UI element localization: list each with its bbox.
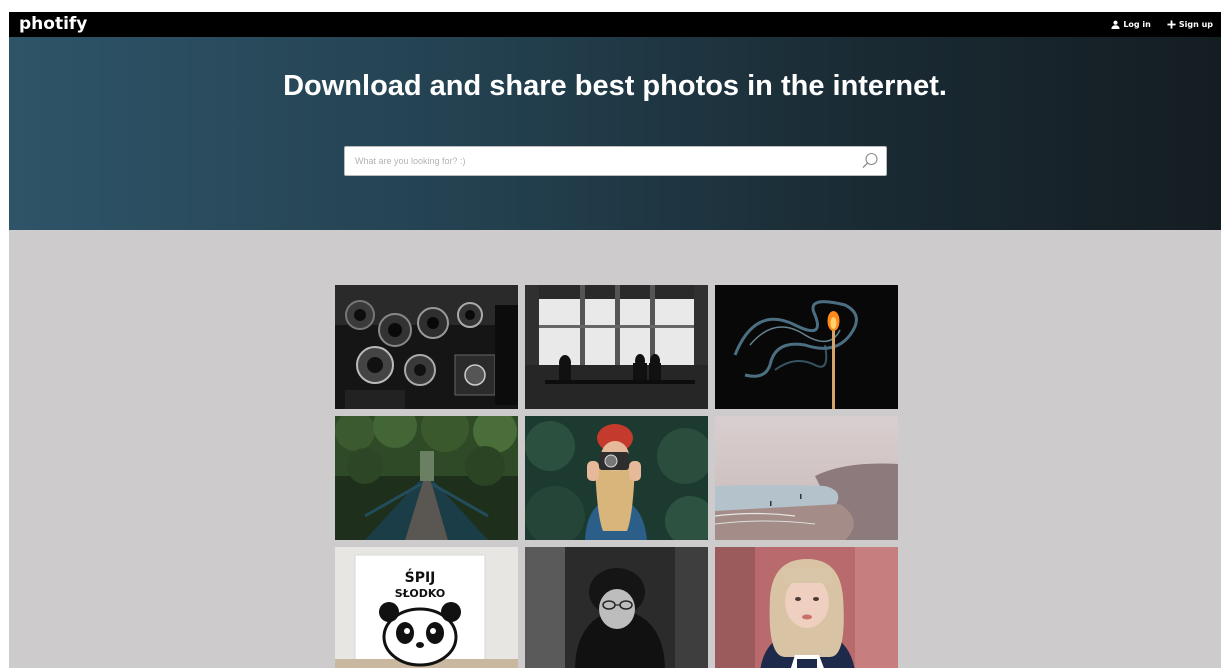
photo-forest-bridge bbox=[335, 416, 518, 540]
photo-tile-cafe-silhouettes[interactable] bbox=[525, 285, 708, 409]
signup-label: Sign up bbox=[1178, 20, 1213, 29]
search-box bbox=[344, 146, 887, 176]
login-link[interactable]: Log in bbox=[1111, 20, 1151, 29]
poster-text-line2: SŁODKO bbox=[395, 587, 445, 600]
photo-tile-misty-beach[interactable] bbox=[715, 416, 898, 540]
photo-misty-beach bbox=[715, 416, 898, 540]
poster-text-line1: ŚPIJ bbox=[405, 568, 436, 586]
photo-tile-man-glasses[interactable] bbox=[525, 547, 708, 668]
logo[interactable]: photify bbox=[19, 13, 87, 35]
photo-cafe-silhouettes bbox=[525, 285, 708, 409]
photo-tile-forest-bridge[interactable] bbox=[335, 416, 518, 540]
photo-tile-blonde-girl[interactable] bbox=[715, 547, 898, 668]
photo-tile-vintage-cameras[interactable] bbox=[335, 285, 518, 409]
photo-match-smoke bbox=[715, 285, 898, 409]
search-input[interactable] bbox=[345, 147, 865, 175]
photo-vintage-cameras bbox=[335, 285, 518, 409]
login-label: Log in bbox=[1123, 20, 1151, 29]
plus-icon bbox=[1167, 20, 1176, 29]
photo-woman-camera bbox=[525, 416, 708, 540]
search-icon bbox=[860, 152, 880, 175]
signup-link[interactable]: Sign up bbox=[1167, 20, 1213, 29]
photo-tile-panda-poster[interactable]: ŚPIJ SŁODKO bbox=[335, 547, 518, 668]
hero-title: Download and share best photos in the in… bbox=[283, 70, 947, 102]
hero-banner: Download and share best photos in the in… bbox=[9, 37, 1221, 230]
page-frame: photify Log in Sign up Download and shar… bbox=[9, 12, 1221, 668]
top-navbar: photify Log in Sign up bbox=[9, 12, 1221, 37]
header-nav: Log in Sign up bbox=[1111, 12, 1213, 37]
photo-tile-woman-camera[interactable] bbox=[525, 416, 708, 540]
photo-blonde-girl bbox=[715, 547, 898, 668]
photo-panda-poster: ŚPIJ SŁODKO bbox=[335, 547, 518, 668]
user-icon bbox=[1111, 20, 1120, 29]
photo-tile-match-smoke[interactable] bbox=[715, 285, 898, 409]
search-button[interactable] bbox=[860, 151, 880, 171]
photo-man-glasses bbox=[525, 547, 708, 668]
